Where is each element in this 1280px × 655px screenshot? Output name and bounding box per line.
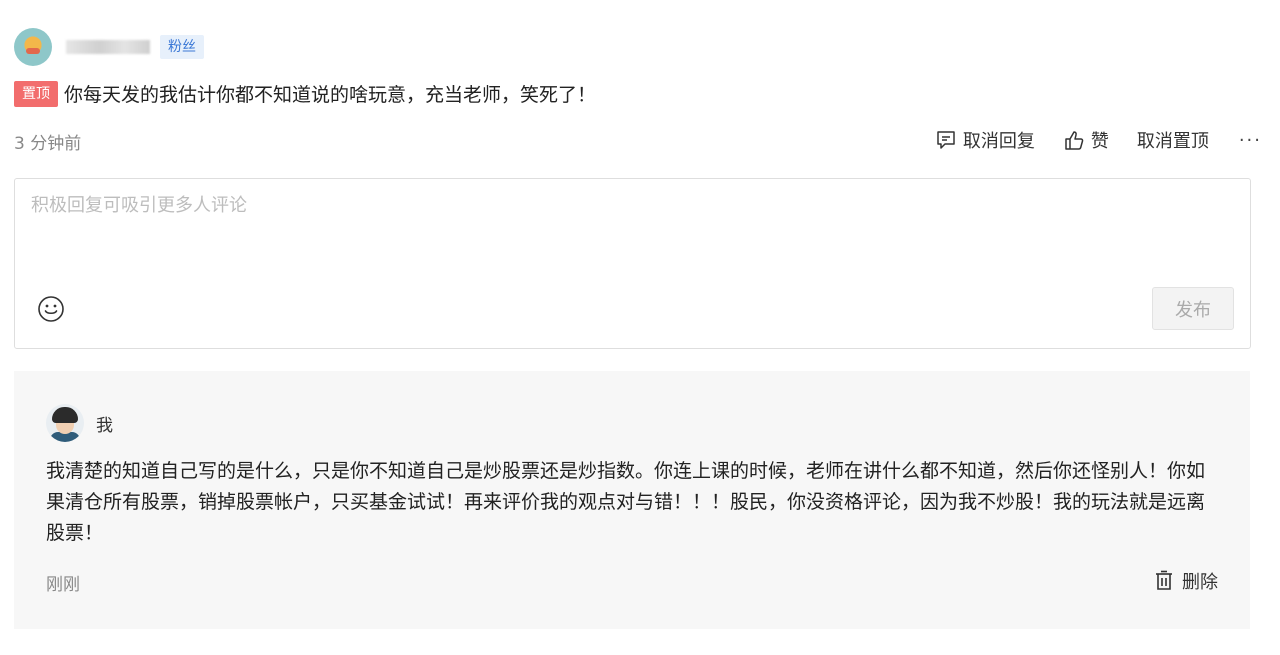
delete-label: 删除: [1182, 572, 1218, 593]
smile-icon[interactable]: [37, 295, 65, 323]
sub-reply-author[interactable]: 我: [96, 411, 113, 436]
comment-actions: 取消回复 赞 取消置顶 ···: [907, 127, 1262, 153]
cancel-reply-label: 取消回复: [962, 131, 1035, 152]
comment-icon: [937, 131, 955, 149]
comment-body: 置顶 你每天发的我估计你都不知道说的啥玩意，充当老师，笑死了！: [14, 80, 596, 107]
trash-icon: [1156, 570, 1172, 590]
like-label: 赞: [1090, 131, 1109, 152]
delete-button[interactable]: 删除: [1154, 568, 1218, 594]
sub-reply-time: 刚刚: [46, 575, 80, 595]
sub-reply-text: 我清楚的知道自己写的是什么，只是你不知道自己是炒股票还是炒指数。你连上课的时候，…: [46, 460, 1206, 544]
pin-badge: 置顶: [14, 80, 58, 107]
sub-reply: 我 我清楚的知道自己写的是什么，只是你不知道自己是炒股票还是炒指数。你连上课的时…: [14, 371, 1250, 629]
my-avatar[interactable]: [46, 404, 84, 442]
reply-input[interactable]: [31, 195, 1131, 216]
fan-badge: 粉丝: [160, 35, 204, 59]
sub-reply-header: 我: [46, 404, 113, 442]
more-options-button[interactable]: ···: [1239, 130, 1262, 151]
commenter-avatar[interactable]: [14, 28, 52, 66]
cancel-pin-label: 取消置顶: [1136, 131, 1209, 152]
cancel-reply-button[interactable]: 取消回复: [935, 127, 1035, 153]
thumb-up-icon: [1065, 131, 1084, 150]
commenter-name-redacted[interactable]: [66, 40, 150, 54]
like-button[interactable]: 赞: [1063, 127, 1109, 153]
reply-box: 发布: [14, 178, 1251, 349]
cancel-pin-button[interactable]: 取消置顶: [1137, 127, 1209, 153]
comment-header: 粉丝: [14, 28, 204, 66]
comment-text: 你每天发的我估计你都不知道说的啥玩意，充当老师，笑死了！: [64, 84, 597, 106]
publish-button[interactable]: 发布: [1152, 287, 1234, 330]
comment-time: 3 分钟前: [14, 134, 82, 154]
